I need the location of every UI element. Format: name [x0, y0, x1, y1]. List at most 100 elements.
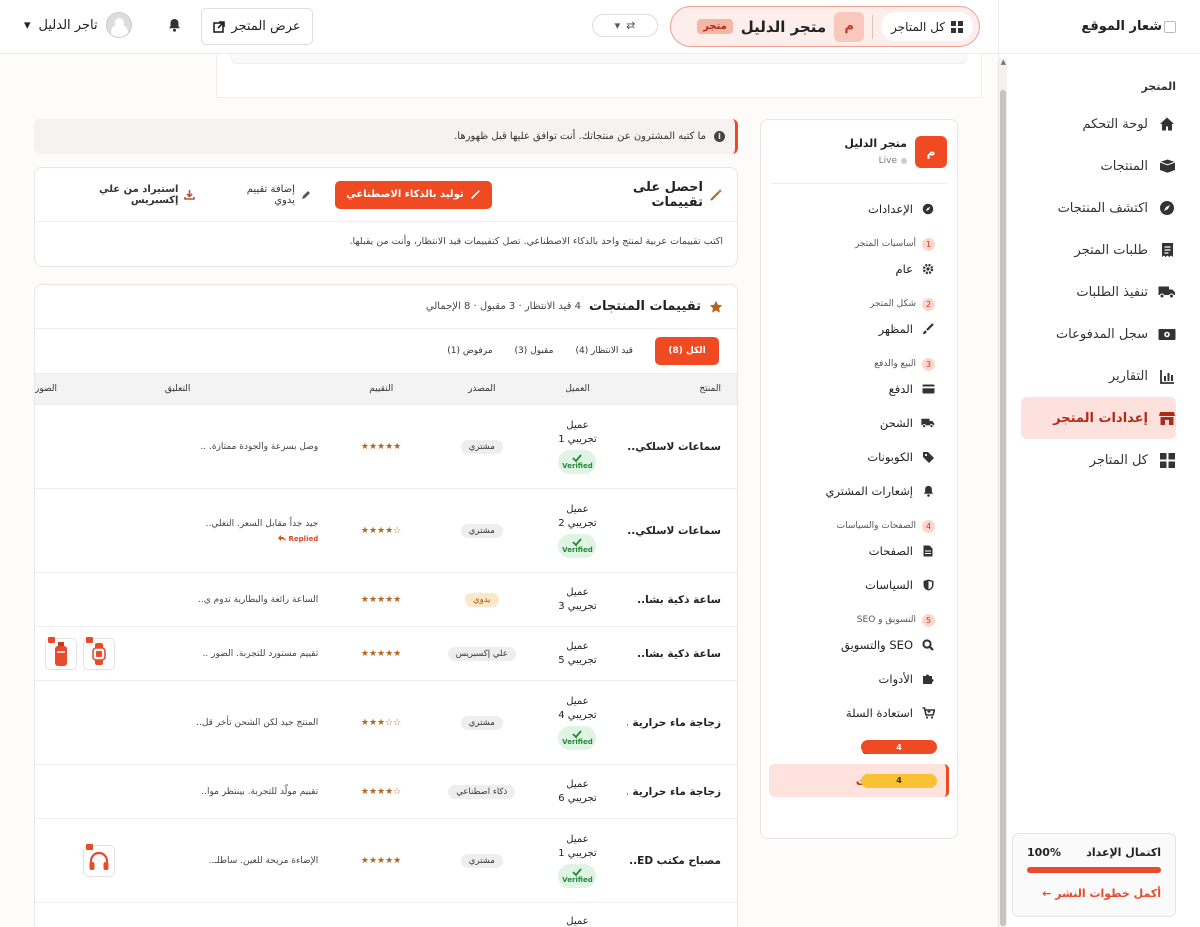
review-product[interactable]: مصباح مكتب ED..	[627, 855, 737, 867]
review-product[interactable]: زجاجة ماء حرارية ..	[627, 717, 737, 729]
sidebar-item-label: سجل المدفوعات	[1055, 326, 1148, 342]
site-logo[interactable]: شعار الموقع	[999, 0, 1200, 54]
review-product[interactable]: سماعات لاسلكي..	[627, 441, 737, 453]
headphones-icon	[88, 851, 110, 871]
table-row[interactable]: مصباح مكتب ED.. عميل تجريبي 1 Verified مشتري…	[35, 819, 737, 903]
sidebar-item-label: التقارير	[1108, 368, 1148, 384]
review-images	[35, 843, 155, 877]
broken-image-icon	[1164, 20, 1176, 33]
sidebar-item-2[interactable]: اكتشف المنتجات	[1021, 187, 1176, 229]
settings-item-1-0[interactable]: المظهر	[761, 312, 957, 346]
table-row[interactable]: سماعات لاسلكي.. عميل تجريبي 1 Verified مشتري…	[35, 405, 737, 489]
settings-panel: م متجر الدليل Live الإعدادات 1 أساسيات الم…	[760, 119, 958, 839]
col-comment: التعليق	[164, 384, 191, 394]
store-status: Live	[844, 156, 907, 166]
customer-line-1: عميل	[566, 916, 589, 927]
review-source: مشتري	[436, 853, 528, 868]
settings-group-title: الصفحات والسياسات	[836, 521, 916, 531]
magic-wand-icon	[709, 188, 723, 202]
settings-nav: الإعدادات 1 أساسيات المتجر عام 2 شكل المتجر ال…	[761, 192, 957, 797]
comment-text: تقييم مولّد للتجربة. بينتظر موا..	[201, 786, 319, 797]
table-row[interactable]: زجاجة ماء حرارية .. عميل تجريبي 4 Verified م…	[35, 681, 737, 765]
review-product[interactable]: ساعة ذكية بشا..	[627, 594, 737, 606]
store-icon	[1158, 409, 1176, 427]
card-icon	[921, 382, 935, 396]
pencil-icon	[301, 190, 311, 200]
settings-item-general-settings[interactable]: الإعدادات	[761, 192, 957, 226]
scroll-up-icon[interactable]: ▲	[1000, 58, 1006, 66]
table-row[interactable]: سماعات لاسلكي.. عميل تجريبي 2 Verified مشتري…	[35, 489, 737, 573]
all-stores-label: كل المتاجر	[891, 19, 945, 34]
user-menu[interactable]: ▾ تاجر الدليل	[24, 12, 132, 38]
scrollbar-thumb[interactable]	[1000, 90, 1006, 926]
settings-item-2-2[interactable]: الكوبونات	[761, 440, 957, 474]
source-badge: ذكاء اصطناعي	[448, 784, 516, 799]
review-product[interactable]: سماعات لاسلكي..	[627, 525, 737, 537]
complete-publish-link[interactable]: أكمل خطوات النشر ←	[1027, 887, 1161, 900]
view-store-button[interactable]: عرض المتجر	[201, 8, 313, 45]
settings-item-4-0[interactable]: SEO والتسويق	[761, 628, 957, 662]
import-aliexpress-button[interactable]: استيراد من علي إكسبريس	[49, 184, 196, 206]
grid-icon	[1158, 451, 1176, 469]
sidebar-item-8[interactable]: كل المتاجر	[1021, 439, 1176, 481]
sidebar-item-0[interactable]: لوحة التحكم	[1021, 103, 1176, 145]
settings-store-avatar: م	[915, 135, 947, 168]
review-customer: عميل تجريبي 4 Verified	[528, 695, 628, 750]
sidebar-item-7[interactable]: إعدادات المتجر	[1021, 397, 1176, 439]
add-manual-review-button[interactable]: إضافة تقييم يدوي	[223, 184, 310, 206]
compass-icon	[921, 202, 935, 216]
sidebar-item-3[interactable]: طلبات المتجر	[1021, 229, 1176, 271]
user-name: تاجر الدليل	[38, 17, 98, 33]
source-badge: مشتري	[460, 715, 503, 730]
settings-item-4-1[interactable]: الأدوات	[761, 662, 957, 696]
review-source: علي إكسبريس	[436, 646, 528, 661]
bell-icon[interactable]	[168, 18, 181, 32]
settings-item-4-4[interactable]: التقييمات4	[769, 764, 949, 797]
review-customer: عميل تجريبي 5	[528, 640, 628, 668]
setup-progress-bar	[1027, 867, 1161, 873]
money-icon	[1158, 325, 1176, 343]
settings-item-2-3[interactable]: إشعارات المشتري	[761, 474, 957, 508]
verified-label: Verified	[562, 461, 593, 470]
settings-item-4-3[interactable]: المشتركين4	[761, 730, 957, 764]
review-product[interactable]: زجاجة ماء حرارية ..	[627, 786, 737, 798]
table-row[interactable]: زجاجة ماء حرارية .. عميل تجريبي 6 ذكاء اصطن…	[35, 765, 737, 819]
scrollbar[interactable]: ▲	[999, 58, 1007, 927]
sidebar-item-4[interactable]: تنفيذ الطلبات	[1021, 271, 1176, 313]
customer-line-2: تجريبي 4	[558, 710, 597, 721]
download-icon	[184, 189, 196, 200]
settings-item-3-0[interactable]: الصفحات	[761, 534, 957, 568]
review-comment: وصل بسرعة والجودة ممتازة. ..	[155, 442, 326, 452]
comment-text: جيد جداً مقابل السعر. التغلي..	[205, 518, 319, 529]
table-row[interactable]: عميل	[35, 903, 737, 927]
review-product[interactable]: ساعة ذكية بشا..	[627, 648, 737, 660]
sidebar-item-1[interactable]: المنتجات	[1021, 145, 1176, 187]
sidebar-item-6[interactable]: التقارير	[1021, 355, 1176, 397]
sidebar-item-5[interactable]: سجل المدفوعات	[1021, 313, 1176, 355]
store-switcher-dropdown[interactable]: ⇄ ▾	[592, 14, 658, 37]
settings-item-2-0[interactable]: الدفع	[761, 372, 957, 406]
get-reviews-description: اكتب تقييمات عربية لمنتج واحد بالذكاء ال…	[349, 236, 723, 247]
customer-line-2: تجريبي 2	[558, 518, 597, 529]
tab-1[interactable]: قيد الانتظار (4)	[575, 346, 633, 356]
tab-2[interactable]: مقبول (3)	[515, 346, 554, 356]
store-pill[interactable]: كل المتاجر م متجر الدليل متجر	[670, 6, 980, 47]
tab-3[interactable]: مرفوض (1)	[447, 346, 492, 356]
tab-0[interactable]: الكل (8)	[655, 337, 719, 365]
review-image-thumbnail[interactable]	[44, 636, 77, 670]
all-stores-button[interactable]: كل المتاجر	[881, 12, 973, 41]
get-reviews-card: احصل على تقييمات توليد بالذكاء الاصطناعي…	[34, 167, 738, 267]
settings-item-2-1[interactable]: الشحن	[761, 406, 957, 440]
table-row[interactable]: ساعة ذكية بشا.. عميل تجريبي 5 علي إكسبريس ★★…	[35, 627, 737, 681]
table-row[interactable]: ساعة ذكية بشا.. عميل تجريبي 3 يدوي ★★★★★ السا…	[35, 573, 737, 627]
settings-item-3-1[interactable]: السياسات	[761, 568, 957, 602]
source-badge: مشتري	[460, 439, 503, 454]
review-image-thumbnail[interactable]	[82, 843, 115, 877]
settings-item-0-0[interactable]: عام	[761, 252, 957, 286]
top-strip	[216, 54, 982, 98]
customer-line-1: عميل	[566, 696, 589, 707]
review-image-thumbnail[interactable]	[82, 636, 115, 670]
settings-item-label: الدفع	[888, 382, 913, 396]
ai-generate-button[interactable]: توليد بالذكاء الاصطناعي	[334, 180, 492, 209]
settings-item-4-2[interactable]: استعادة السلة	[761, 696, 957, 730]
